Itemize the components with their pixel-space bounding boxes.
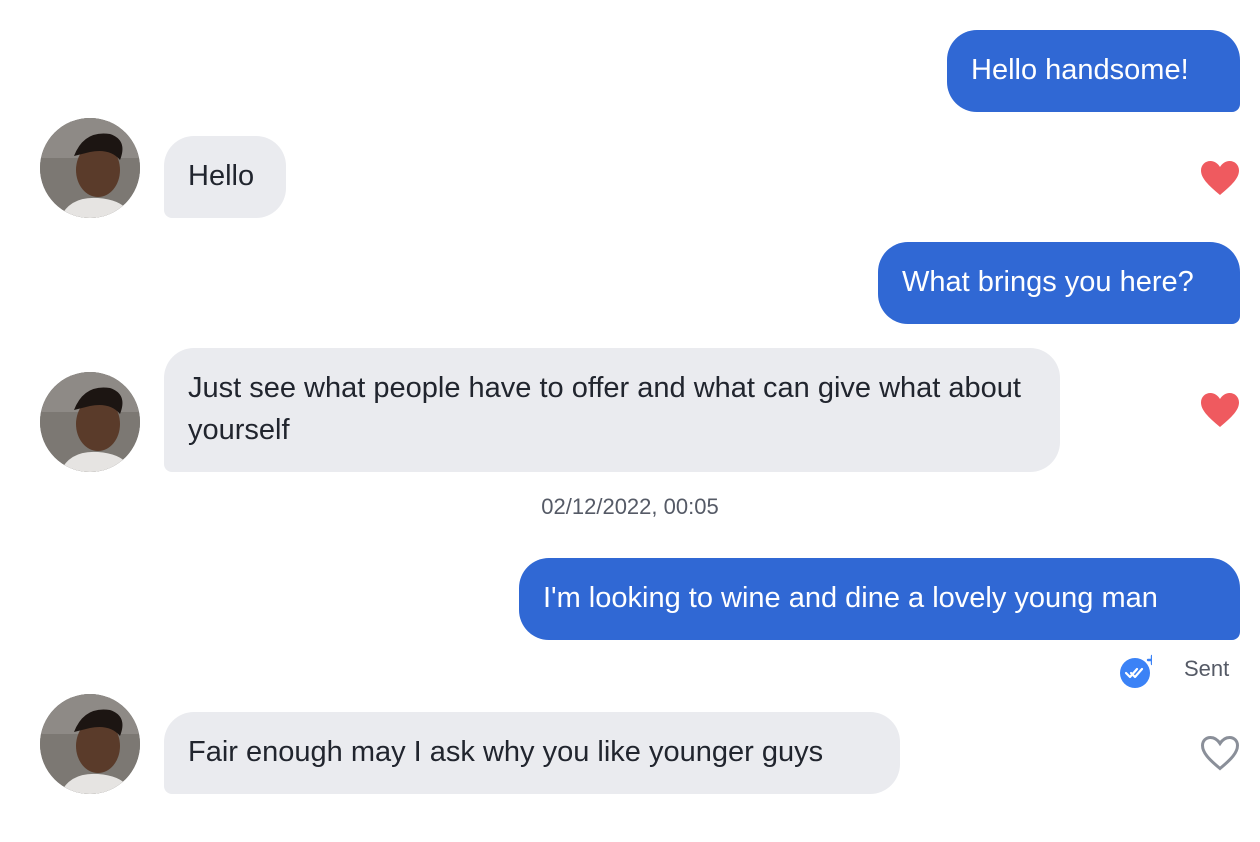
message-timestamp: 02/12/2022, 00:05	[541, 494, 719, 519]
avatar-image	[40, 694, 140, 794]
chat-thread: Hello handsome! Hello What brings you he…	[0, 0, 1260, 842]
outgoing-message-bubble[interactable]: I'm looking to wine and dine a lovely yo…	[519, 558, 1240, 640]
outgoing-message-bubble[interactable]: What brings you here?	[878, 242, 1240, 324]
contact-avatar[interactable]	[40, 372, 140, 472]
incoming-message-bubble[interactable]: Hello	[164, 136, 286, 218]
contact-avatar[interactable]	[40, 694, 140, 794]
incoming-message-bubble[interactable]: Fair enough may I ask why you like young…	[164, 712, 900, 794]
heart-outline-icon[interactable]	[1200, 735, 1240, 771]
contact-avatar[interactable]	[40, 118, 140, 218]
heart-icon[interactable]	[1200, 392, 1240, 428]
avatar-image	[40, 118, 140, 218]
avatar-image	[40, 372, 140, 472]
outgoing-message-bubble[interactable]: Hello handsome!	[947, 30, 1240, 112]
heart-icon[interactable]	[1200, 160, 1240, 196]
double-check-icon	[1120, 654, 1152, 688]
incoming-message-bubble[interactable]: Just see what people have to offer and w…	[164, 348, 1060, 472]
delivery-receipt: Sent	[1118, 652, 1238, 688]
sent-status-label: Sent	[1184, 656, 1230, 681]
